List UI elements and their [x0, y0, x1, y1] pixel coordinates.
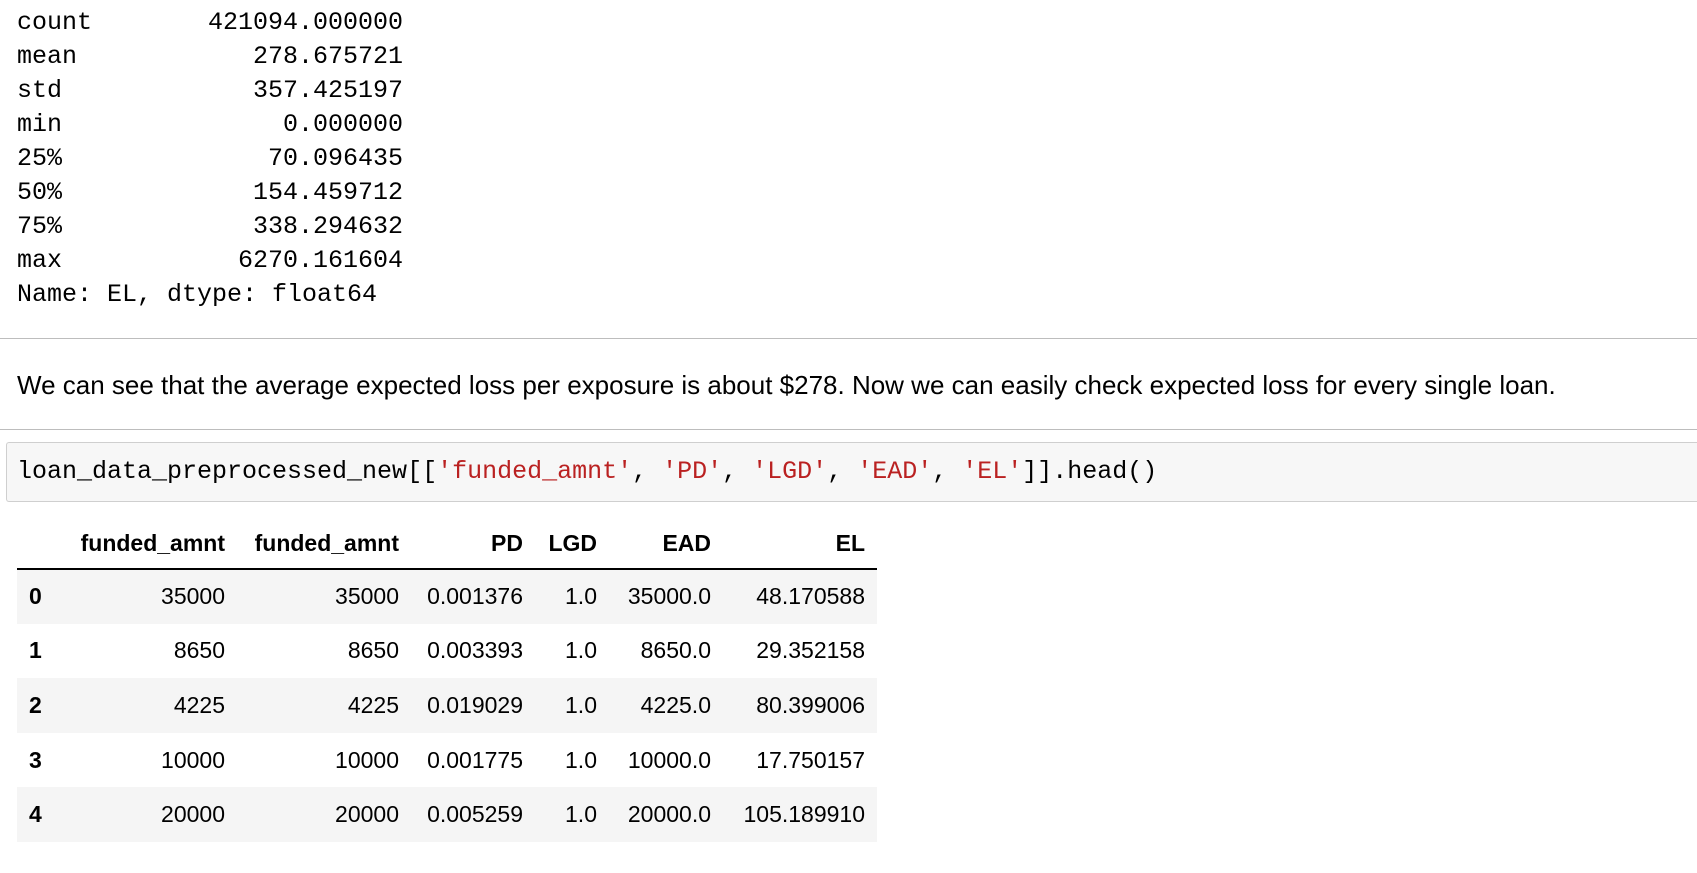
row-index: 3 — [29, 746, 42, 773]
dataframe-table: funded_amnt funded_amnt PD LGD EAD EL 0 … — [17, 518, 877, 842]
table-cell: 8650 — [347, 637, 399, 664]
table-cell: 8650.0 — [640, 637, 711, 664]
table-cell: 0.003393 — [427, 637, 523, 664]
markdown-cell[interactable]: We can see that the average expected los… — [17, 367, 1556, 403]
stat-key: min — [17, 110, 63, 139]
row-index: 0 — [29, 583, 42, 610]
code-text: ]].head() — [1022, 457, 1158, 486]
stat-value: 338.294632 — [252, 212, 403, 241]
table-cell: 10000 — [161, 746, 225, 773]
code-string: 'EAD' — [857, 457, 933, 486]
table-row: 3 10000 10000 0.001775 1.0 10000.0 17.75… — [17, 733, 877, 788]
stat-row-max: max 6270.161604 — [17, 244, 403, 278]
table-cell: 1.0 — [565, 746, 597, 773]
table-row: 4 20000 20000 0.005259 1.0 20000.0 105.1… — [17, 787, 877, 842]
stat-value: 0.000000 — [282, 110, 403, 139]
column-header: PD — [411, 518, 535, 570]
table-row: 0 35000 35000 0.001376 1.0 35000.0 48.17… — [17, 569, 877, 624]
table-cell: 1.0 — [565, 583, 597, 610]
code-string: 'PD' — [662, 457, 723, 486]
row-index: 1 — [29, 637, 42, 664]
row-index: 4 — [29, 801, 42, 828]
table-cell: 29.352158 — [756, 637, 865, 664]
table-cell: 1.0 — [565, 637, 597, 664]
table-row: 1 8650 8650 0.003393 1.0 8650.0 29.35215… — [17, 624, 877, 679]
stat-row-25: 25% 70.096435 — [17, 142, 403, 176]
stat-row-std: std 357.425197 — [17, 74, 403, 108]
table-cell: 35000 — [335, 583, 399, 610]
table-cell: 0.019029 — [427, 691, 523, 718]
code-string: 'funded_amnt' — [437, 457, 633, 486]
column-header: EL — [723, 518, 877, 570]
table-cell: 0.005259 — [427, 801, 523, 828]
cell-divider — [0, 429, 1697, 430]
index-header — [17, 518, 63, 570]
code-text: loan_data_preprocessed_new[[ — [17, 457, 438, 486]
stat-row-mean: mean 278.675721 — [17, 40, 403, 74]
code-punct: , — [827, 457, 858, 486]
code-punct: , — [722, 457, 753, 486]
stat-key: count — [17, 8, 93, 37]
column-header: funded_amnt — [63, 518, 237, 570]
stat-value: 357.425197 — [252, 76, 403, 105]
stat-value: 278.675721 — [252, 42, 403, 71]
stat-row-75: 75% 338.294632 — [17, 210, 403, 244]
table-cell: 0.001376 — [427, 583, 523, 610]
table-cell: 4225 — [173, 691, 225, 718]
table-cell: 8650 — [173, 637, 225, 664]
table-cell: 80.399006 — [756, 691, 865, 718]
series-info: Name: EL, dtype: float64 — [17, 280, 378, 309]
column-header: EAD — [609, 518, 723, 570]
table-cell: 35000 — [161, 583, 225, 610]
stat-row-min: min 0.000000 — [17, 108, 403, 142]
table-cell: 1.0 — [565, 691, 597, 718]
describe-output: count 421094.000000 mean 278.675721 std … — [17, 6, 403, 312]
column-header: LGD — [535, 518, 609, 570]
stat-row-50: 50% 154.459712 — [17, 176, 403, 210]
table-cell: 1.0 — [565, 801, 597, 828]
stat-row-count: count 421094.000000 — [17, 6, 403, 40]
table-cell: 35000.0 — [627, 583, 711, 610]
table-cell: 20000.0 — [627, 801, 711, 828]
table-cell: 105.189910 — [743, 801, 865, 828]
code-cell[interactable]: loan_data_preprocessed_new[['funded_amnt… — [6, 442, 1697, 502]
row-index: 2 — [29, 691, 42, 718]
stat-value: 6270.161604 — [237, 246, 403, 275]
code-string: 'LGD' — [752, 457, 828, 486]
table-cell: 0.001775 — [427, 746, 523, 773]
stat-key: std — [17, 76, 63, 105]
table-cell: 10000 — [335, 746, 399, 773]
code-punct: , — [632, 457, 663, 486]
stat-key: 75% — [17, 212, 63, 241]
code-string: 'EL' — [962, 457, 1023, 486]
stat-key: mean — [17, 42, 78, 71]
table-row: 2 4225 4225 0.019029 1.0 4225.0 80.39900… — [17, 678, 877, 733]
table-cell: 20000 — [335, 801, 399, 828]
table-cell: 20000 — [161, 801, 225, 828]
stat-value: 154.459712 — [252, 178, 403, 207]
table-header-row: funded_amnt funded_amnt PD LGD EAD EL — [17, 518, 877, 570]
table-cell: 48.170588 — [756, 583, 865, 610]
table-cell: 10000.0 — [627, 746, 711, 773]
stat-key: 25% — [17, 144, 63, 173]
stat-key: max — [17, 246, 63, 275]
table-cell: 4225.0 — [640, 691, 711, 718]
stat-key: 50% — [17, 178, 63, 207]
cell-divider — [0, 338, 1697, 339]
stat-value: 421094.000000 — [207, 8, 403, 37]
column-header: funded_amnt — [237, 518, 411, 570]
stat-value: 70.096435 — [267, 144, 403, 173]
code-line[interactable]: loan_data_preprocessed_new[['funded_amnt… — [17, 454, 1157, 490]
table-cell: 4225 — [347, 691, 399, 718]
code-punct: , — [932, 457, 963, 486]
table-cell: 17.750157 — [756, 746, 865, 773]
